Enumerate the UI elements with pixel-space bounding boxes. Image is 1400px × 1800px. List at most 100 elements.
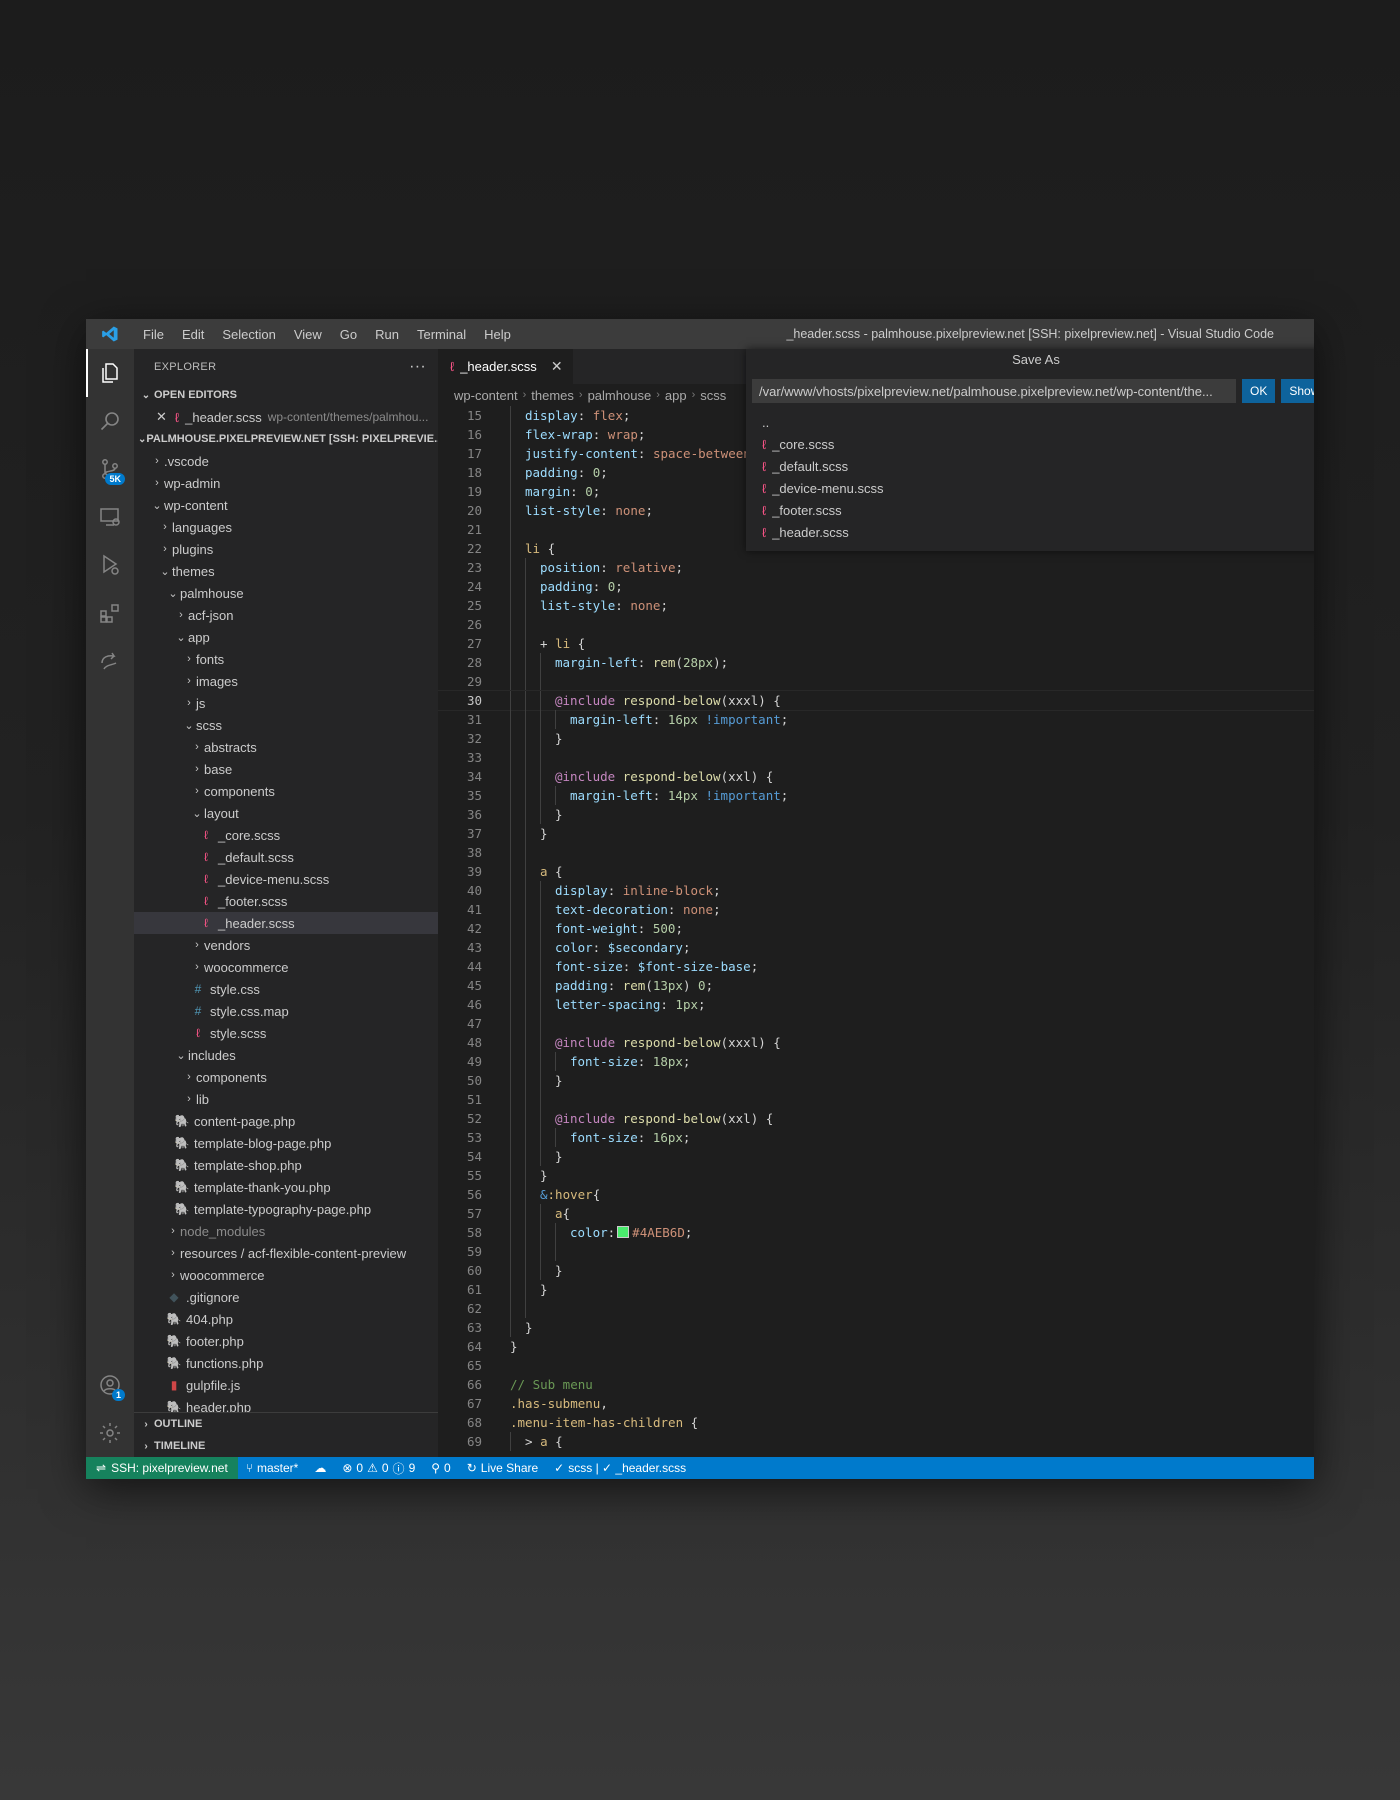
save-as-file-item[interactable]: ℓ _default.scss xyxy=(752,455,1314,477)
tree-file[interactable]: 🐘 template-blog-page.php xyxy=(134,1132,438,1154)
accounts-icon[interactable]: 1 xyxy=(86,1361,134,1409)
search-icon[interactable] xyxy=(86,397,134,445)
ports-indicator[interactable]: ⚲ 0 xyxy=(423,1461,458,1475)
breadcrumb-item[interactable]: themes xyxy=(531,388,574,403)
tree-file[interactable]: 🐘 template-thank-you.php xyxy=(134,1176,438,1198)
tab-header-scss[interactable]: ℓ _header.scss ✕ xyxy=(438,349,573,384)
save-as-file-item[interactable]: ℓ _core.scss xyxy=(752,433,1314,455)
save-as-file-item[interactable]: ℓ _footer.scss xyxy=(752,499,1314,521)
tree-folder[interactable]: › acf-json xyxy=(134,604,438,626)
tree-folder[interactable]: ⌄ palmhouse xyxy=(134,582,438,604)
tree-folder[interactable]: ⌄ themes xyxy=(134,560,438,582)
indent-guide xyxy=(510,957,511,976)
tree-folder[interactable]: › images xyxy=(134,670,438,692)
tree-item-label: footer.php xyxy=(186,1333,244,1349)
tree-folder[interactable]: › base xyxy=(134,758,438,780)
breadcrumb-item[interactable]: scss xyxy=(700,388,726,403)
remote-explorer-icon[interactable] xyxy=(86,493,134,541)
timeline-section-header[interactable]: › TIMELINE xyxy=(134,1435,438,1457)
branch-indicator[interactable]: ⑂ master* xyxy=(238,1461,307,1475)
tree-file[interactable]: 🐘 template-shop.php xyxy=(134,1154,438,1176)
live-share-icon[interactable] xyxy=(86,637,134,685)
save-path-input[interactable] xyxy=(752,379,1236,403)
ok-button[interactable]: OK xyxy=(1242,379,1276,403)
tree-folder[interactable]: ⌄ layout xyxy=(134,802,438,824)
menu-item-terminal[interactable]: Terminal xyxy=(408,327,475,342)
tree-file[interactable]: ▮ gulpfile.js xyxy=(134,1374,438,1396)
settings-gear-icon[interactable] xyxy=(86,1409,134,1457)
tree-file[interactable]: 🐘 functions.php xyxy=(134,1352,438,1374)
tree-folder[interactable]: › abstracts xyxy=(134,736,438,758)
save-as-file-item[interactable]: ℓ _header.scss xyxy=(752,521,1314,543)
tree-folder[interactable]: › components xyxy=(134,1066,438,1088)
extensions-icon[interactable] xyxy=(86,589,134,637)
open-editor-item[interactable]: ✕ ℓ _header.scss wp-content/themes/palmh… xyxy=(134,406,438,428)
menu-item-help[interactable]: Help xyxy=(475,327,520,342)
tree-file[interactable]: 🐘 footer.php xyxy=(134,1330,438,1352)
tree-folder[interactable]: › woocommerce xyxy=(134,956,438,978)
tree-file[interactable]: ℓ _device-menu.scss xyxy=(134,868,438,890)
tree-folder[interactable]: › lib xyxy=(134,1088,438,1110)
show-local-button[interactable]: Show Local xyxy=(1281,379,1314,403)
more-actions-icon[interactable]: ··· xyxy=(409,358,426,376)
menu-item-run[interactable]: Run xyxy=(366,327,408,342)
source-control-icon[interactable]: 5K xyxy=(86,445,134,493)
tree-folder[interactable]: › plugins xyxy=(134,538,438,560)
tree-folder[interactable]: › vendors xyxy=(134,934,438,956)
code-token: display xyxy=(525,408,578,423)
tree-folder[interactable]: › components xyxy=(134,780,438,802)
tree-folder[interactable]: › node_modules xyxy=(134,1220,438,1242)
close-icon[interactable]: ✕ xyxy=(156,409,167,425)
run-debug-icon[interactable] xyxy=(86,541,134,589)
tree-file[interactable]: ℓ _default.scss xyxy=(134,846,438,868)
code-token: 1px xyxy=(675,997,698,1012)
tree-folder[interactable]: › fonts xyxy=(134,648,438,670)
sync-indicator[interactable]: ☁ xyxy=(306,1461,334,1475)
menu-item-edit[interactable]: Edit xyxy=(173,327,213,342)
explorer-icon[interactable] xyxy=(86,349,134,397)
open-editors-header[interactable]: ⌄ OPEN EDITORS xyxy=(134,384,438,406)
menu-item-file[interactable]: File xyxy=(134,327,173,342)
tree-file[interactable]: ◆ .gitignore xyxy=(134,1286,438,1308)
tree-folder[interactable]: ⌄ wp-content xyxy=(134,494,438,516)
parent-directory-item[interactable]: .. xyxy=(752,411,1314,433)
tree-file[interactable]: 🐘 template-typography-page.php xyxy=(134,1198,438,1220)
save-as-file-item[interactable]: ℓ _device-menu.scss xyxy=(752,477,1314,499)
tree-folder[interactable]: › wp-admin xyxy=(134,472,438,494)
tree-folder[interactable]: ⌄ app xyxy=(134,626,438,648)
indent-guide xyxy=(540,1242,541,1261)
menu-item-selection[interactable]: Selection xyxy=(213,327,284,342)
code-token: (xxxl) { xyxy=(720,1035,781,1050)
workspace-header[interactable]: ⌄ PALMHOUSE.PIXELPREVIEW.NET [SSH: PIXEL… xyxy=(134,428,438,450)
tree-file[interactable]: ℓ _core.scss xyxy=(134,824,438,846)
tree-file[interactable]: 🐘 404.php xyxy=(134,1308,438,1330)
outline-section-header[interactable]: › OUTLINE xyxy=(134,1413,438,1435)
tree-folder[interactable]: ⌄ includes xyxy=(134,1044,438,1066)
code-token: display xyxy=(555,883,608,898)
menu-item-go[interactable]: Go xyxy=(331,327,366,342)
breadcrumb-item[interactable]: wp-content xyxy=(454,388,518,403)
tree-file[interactable]: # style.css.map xyxy=(134,1000,438,1022)
tree-folder[interactable]: › js xyxy=(134,692,438,714)
tree-file[interactable]: # style.css xyxy=(134,978,438,1000)
chevron-down-icon: ⌄ xyxy=(176,631,186,644)
tree-folder[interactable]: › languages xyxy=(134,516,438,538)
live-share-indicator[interactable]: ↻ Live Share xyxy=(459,1461,546,1475)
tree-folder[interactable]: › .vscode xyxy=(134,450,438,472)
tree-file[interactable]: ℓ _header.scss xyxy=(134,912,438,934)
breadcrumb-item[interactable]: app xyxy=(665,388,687,403)
color-swatch[interactable] xyxy=(617,1226,630,1238)
problems-indicator[interactable]: ⊗ 0 ⚠ 0 ⓘ 9 xyxy=(334,1460,423,1477)
breadcrumb-item[interactable]: palmhouse xyxy=(588,388,652,403)
close-icon[interactable]: ✕ xyxy=(551,358,563,375)
tree-folder[interactable]: › woocommerce xyxy=(134,1264,438,1286)
tree-file[interactable]: ℓ style.scss xyxy=(134,1022,438,1044)
tree-file[interactable]: 🐘 content-page.php xyxy=(134,1110,438,1132)
tree-folder[interactable]: › resources / acf-flexible-content-previe… xyxy=(134,1242,438,1264)
remote-indicator[interactable]: ⇌ SSH: pixelpreview.net xyxy=(86,1457,238,1479)
linter-indicator[interactable]: ✓ scss | ✓ _header.scss xyxy=(546,1461,694,1475)
menu-item-view[interactable]: View xyxy=(285,327,331,342)
tree-file[interactable]: ℓ _footer.scss xyxy=(134,890,438,912)
tree-folder[interactable]: ⌄ scss xyxy=(134,714,438,736)
code-editor[interactable]: 15 display: flex; 16 flex-wrap: wrap; 17 just… xyxy=(438,406,1314,1457)
